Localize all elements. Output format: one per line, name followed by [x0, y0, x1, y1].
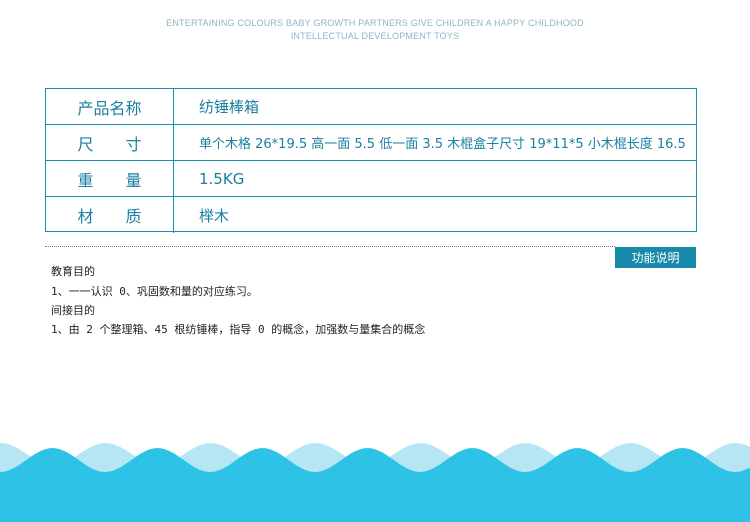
spec-row-weight: 重 量 1.5KG: [46, 161, 696, 197]
education-goal-item: 1、一一认识 0、巩固数和量的对应练习。: [51, 285, 258, 298]
tagline-line-2: INTELLECTUAL DEVELOPMENT TOYS: [290, 31, 460, 41]
spec-label-size: 尺 寸: [46, 125, 174, 160]
tagline-line-1: ENTERTAINING COLOURS BABY GROWTH PARTNER…: [166, 18, 584, 28]
spec-label-material: 材 质: [46, 197, 174, 233]
spec-value-weight: 1.5KG: [199, 169, 245, 188]
spec-row-size: 尺 寸 单个木格 26*19.5 高一面 5.5 低一面 3.5 木棍盒子尺寸 …: [46, 125, 696, 161]
spec-label-name: 产品名称: [46, 89, 174, 124]
spec-label-weight: 重 量: [46, 161, 174, 196]
dotted-divider: [45, 246, 615, 247]
function-badge: 功能说明: [615, 247, 696, 268]
spec-table: 产品名称 纺锤棒箱 尺 寸 单个木格 26*19.5 高一面 5.5 低一面 3…: [45, 88, 697, 233]
spec-row-name: 产品名称 纺锤棒箱: [46, 89, 696, 125]
spec-value-name: 纺锤棒箱: [199, 98, 260, 116]
spec-value-material: 榉木: [199, 206, 230, 225]
indirect-goal-item: 1、由 2 个整理箱、45 根纺锤棒，指导 0 的概念，加强数与量集合的概念: [51, 323, 426, 336]
education-goal-heading: 教育目的: [51, 265, 95, 278]
spec-value-size: 单个木格 26*19.5 高一面 5.5 低一面 3.5 木棍盒子尺寸 19*1…: [199, 137, 686, 152]
wave-decoration: [0, 443, 750, 522]
spec-row-material: 材 质 榉木: [46, 197, 696, 233]
indirect-goal-heading: 间接目的: [51, 304, 95, 317]
